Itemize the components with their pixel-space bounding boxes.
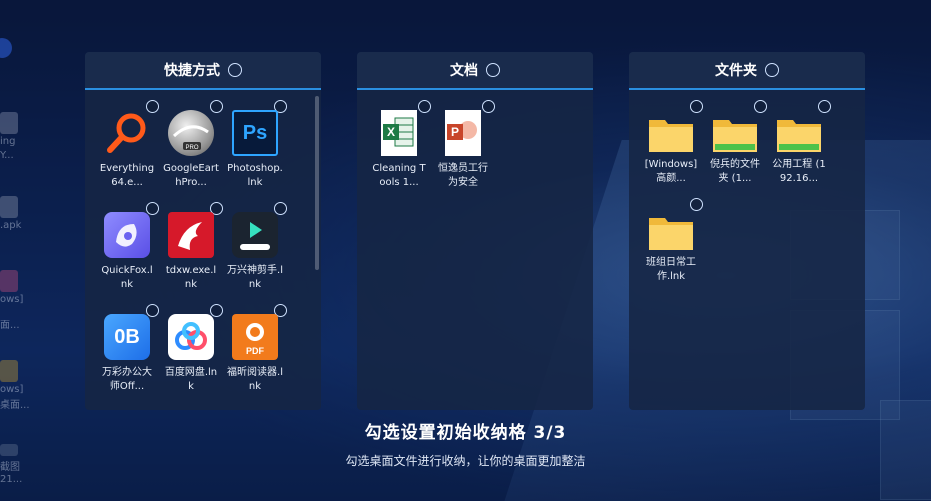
wondershare-filmora-icon [232, 212, 278, 258]
step-title: 勾选设置初始收纳格 3/3 [364, 423, 567, 443]
select-all-checkbox[interactable] [486, 63, 500, 77]
desktop-ghost-item: ing [0, 112, 30, 147]
item-label: tdxw.exe.lnk [165, 265, 217, 290]
shortcut-item-wancai-office[interactable]: 0B 万彩办公大师Off... [95, 304, 159, 394]
desktop-ghost-item: ows] [0, 360, 30, 395]
folder-item-nibing[interactable]: 倪兵的文件夹 (1... [703, 100, 767, 186]
folders-grid: [Windows] 高颜... 倪兵的文件夹 (1... 公用工程 (192.1… [629, 90, 865, 284]
panel-title: 文件夹 [715, 63, 757, 79]
item-label: 万彩办公大师Off... [102, 367, 152, 392]
item-checkbox[interactable] [818, 100, 831, 113]
desktop-ghost-item: Y... [0, 150, 14, 161]
item-label: 班组日常工作.lnk [646, 257, 696, 282]
shortcut-item-tdxw[interactable]: tdxw.exe.lnk [159, 202, 223, 292]
step-subtitle: 勾选桌面文件进行收纳，让你的桌面更加整洁 [345, 454, 586, 468]
item-label: GoogleEarthPro... [163, 163, 219, 188]
shortcuts-panel: 快捷方式 Everything64.e... PRO GoogleEarthPr… [85, 52, 321, 410]
google-earth-pro-icon: PRO [168, 110, 214, 156]
folder-icon [649, 116, 693, 152]
desktop-ghost-item: ows] [0, 270, 30, 305]
desktop-ghost-item: 面... [0, 320, 20, 331]
item-label: Cleaning Tools 1... [372, 163, 426, 188]
item-label: 福昕阅读器.lnk [227, 367, 283, 392]
item-label: 倪兵的文件夹 (1... [710, 159, 760, 184]
shortcut-item-baidu-netdisk[interactable]: 百度网盘.lnk [159, 304, 223, 394]
item-label: Photoshop.lnk [227, 163, 283, 188]
documents-panel: 文档 X Cleaning Tools 1... P 恒逸员工行为安全 [357, 52, 593, 410]
folders-panel: 文件夹 [Windows] 高颜... 倪兵的文件夹 (1... 公用工程 (1… [629, 52, 865, 410]
item-checkbox[interactable] [690, 100, 703, 113]
excel-file-icon: X [381, 110, 417, 156]
desktop-ghost-item: 桌面... [0, 400, 30, 411]
item-label: 公用工程 (192.16... [772, 159, 826, 184]
item-checkbox[interactable] [754, 100, 767, 113]
item-label: 恒逸员工行为安全 [438, 163, 488, 188]
shortcut-item-foxit-reader[interactable]: PDF 福昕阅读器.lnk [223, 304, 287, 394]
item-checkbox[interactable] [418, 100, 431, 113]
folder-item-windows[interactable]: [Windows] 高颜... [639, 100, 703, 186]
documents-grid: X Cleaning Tools 1... P 恒逸员工行为安全 [357, 90, 593, 190]
document-item-cleaning-tools[interactable]: X Cleaning Tools 1... [367, 100, 431, 190]
photoshop-icon: Ps [232, 110, 278, 156]
shortcut-item-quickfox[interactable]: QuickFox.lnk [95, 202, 159, 292]
desktop-ghost-item: 21... [0, 474, 23, 485]
folder-item-team-daily[interactable]: 班组日常工作.lnk [639, 198, 703, 284]
foxit-reader-icon: PDF [232, 314, 278, 360]
item-label: 万兴神剪手.lnk [227, 265, 283, 290]
item-label: QuickFox.lnk [101, 265, 153, 290]
panel-title: 文档 [450, 63, 478, 79]
shortcuts-grid: Everything64.e... PRO GoogleEarthPro... … [85, 90, 321, 394]
item-checkbox[interactable] [482, 100, 495, 113]
shortcuts-panel-header: 快捷方式 [85, 52, 321, 90]
folder-item-public-engineering[interactable]: 公用工程 (192.16... [767, 100, 831, 186]
item-checkbox[interactable] [690, 198, 703, 211]
folder-icon [649, 214, 693, 250]
foxit-pdf-label: PDF [246, 346, 264, 356]
svg-text:X: X [387, 125, 395, 139]
everything-icon [104, 110, 150, 156]
item-checkbox[interactable] [146, 304, 159, 317]
baidu-netdisk-icon [168, 314, 214, 360]
shared-folder-icon [777, 116, 821, 152]
panel-title: 快捷方式 [164, 63, 220, 79]
powerpoint-file-icon: P [445, 110, 481, 156]
desktop-ghost-item: .apk [0, 196, 30, 231]
wancai-office-icon: 0B [104, 314, 150, 360]
svg-text:PRO: PRO [185, 145, 198, 151]
shared-folder-icon [713, 116, 757, 152]
item-label: [Windows] 高颜... [644, 159, 698, 184]
document-item-safety-ppt[interactable]: P 恒逸员工行为安全 [431, 100, 495, 190]
item-label: 百度网盘.lnk [164, 367, 218, 392]
svg-text:P: P [451, 125, 459, 139]
select-all-checkbox[interactable] [228, 63, 242, 77]
folders-panel-header: 文件夹 [629, 52, 865, 90]
shortcut-item-everything[interactable]: Everything64.e... [95, 100, 159, 190]
tdxw-icon [168, 212, 214, 258]
quickfox-icon [104, 212, 150, 258]
shortcut-item-photoshop[interactable]: Ps Photoshop.lnk [223, 100, 287, 190]
documents-panel-header: 文档 [357, 52, 593, 90]
shortcut-item-google-earth-pro[interactable]: PRO GoogleEarthPro... [159, 100, 223, 190]
shortcut-item-wondershare-filmora[interactable]: 万兴神剪手.lnk [223, 202, 287, 292]
select-all-checkbox[interactable] [765, 63, 779, 77]
item-label: Everything64.e... [99, 163, 155, 188]
